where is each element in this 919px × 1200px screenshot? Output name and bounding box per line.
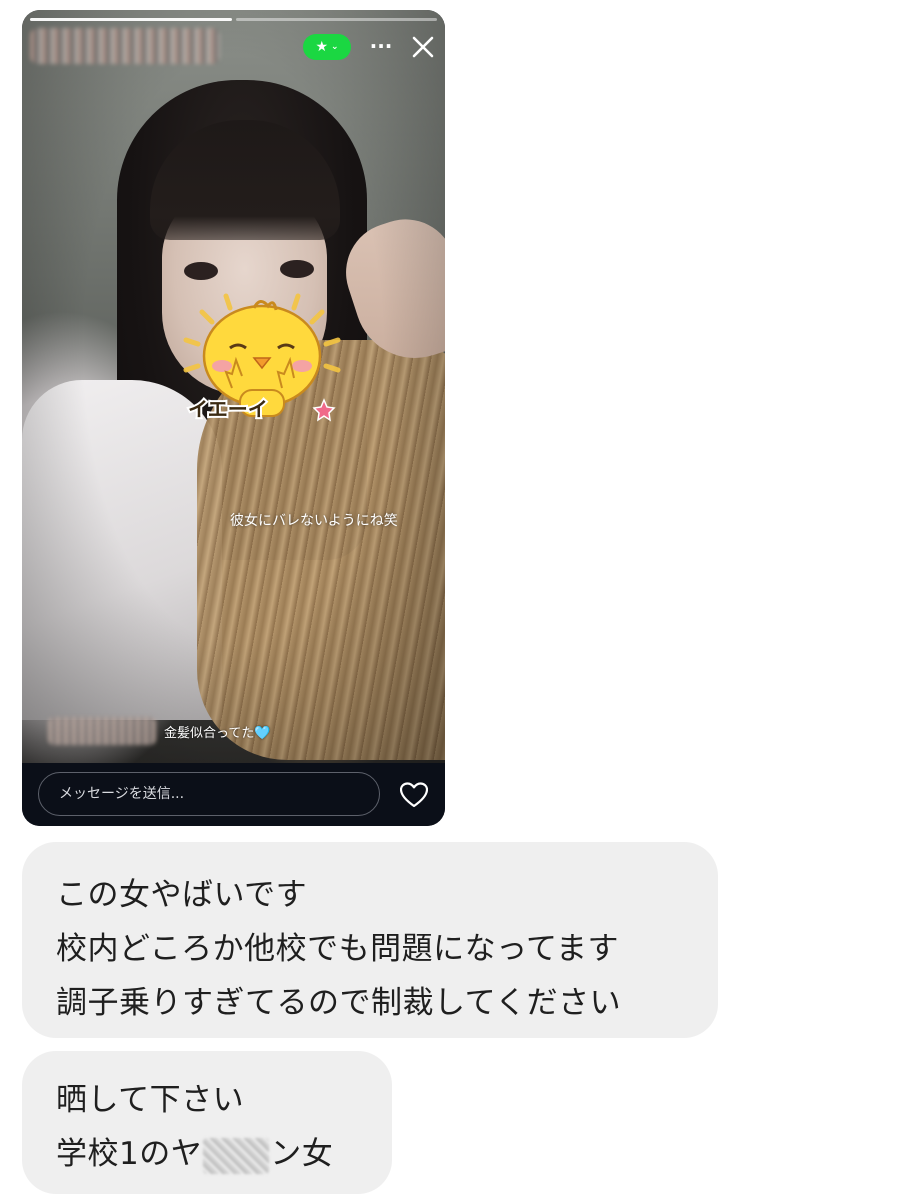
story-progress-bar	[30, 18, 437, 21]
more-options-icon[interactable]: ···	[368, 32, 394, 62]
chevron-down-icon: ⌄	[331, 42, 339, 52]
close-icon[interactable]	[408, 32, 438, 62]
star-icon: ★	[315, 39, 328, 55]
message-line: 調子乗りすぎてるので制裁してください	[56, 985, 622, 1021]
sticker-text: イエーイ	[188, 397, 268, 421]
message-line: 晒して下さい	[56, 1082, 245, 1118]
story-card[interactable]: イエーイ ★ ⌄ ··· 彼女にバレないようにね笑 金髪似合ってた🩵	[22, 10, 445, 826]
message-line: この女やばいです	[56, 877, 308, 913]
message-text-after-censor: ン女	[270, 1136, 334, 1172]
comment-text: 金髪似合ってた🩵	[164, 725, 271, 741]
heart-icon[interactable]	[399, 782, 429, 808]
chick-sticker: イエーイ	[182, 292, 342, 424]
message-text-before-censor: 学校1のヤ	[56, 1136, 203, 1172]
comment-author-blurred	[48, 717, 156, 745]
message-bubble[interactable]: 晒して下さい 学校1のヤ ン女	[22, 1051, 392, 1194]
message-bubble[interactable]: この女やばいです 校内どころか他校でも問題になってます 調子乗りすぎてるので制裁…	[22, 842, 718, 1038]
progress-segment	[235, 18, 437, 21]
message-line: 校内どころか他校でも問題になってます	[56, 931, 619, 967]
message-line: 学校1のヤ ン女	[56, 1127, 358, 1181]
story-author-blurred[interactable]	[30, 28, 220, 64]
story-reply-bar	[22, 763, 445, 826]
story-caption: 彼女にバレないようにね笑	[230, 513, 398, 529]
message-input[interactable]	[38, 772, 380, 816]
close-friends-badge[interactable]: ★ ⌄	[303, 34, 351, 60]
censored-text	[203, 1137, 270, 1174]
progress-segment	[30, 18, 232, 21]
story-comment: 金髪似合ってた🩵	[48, 716, 271, 746]
